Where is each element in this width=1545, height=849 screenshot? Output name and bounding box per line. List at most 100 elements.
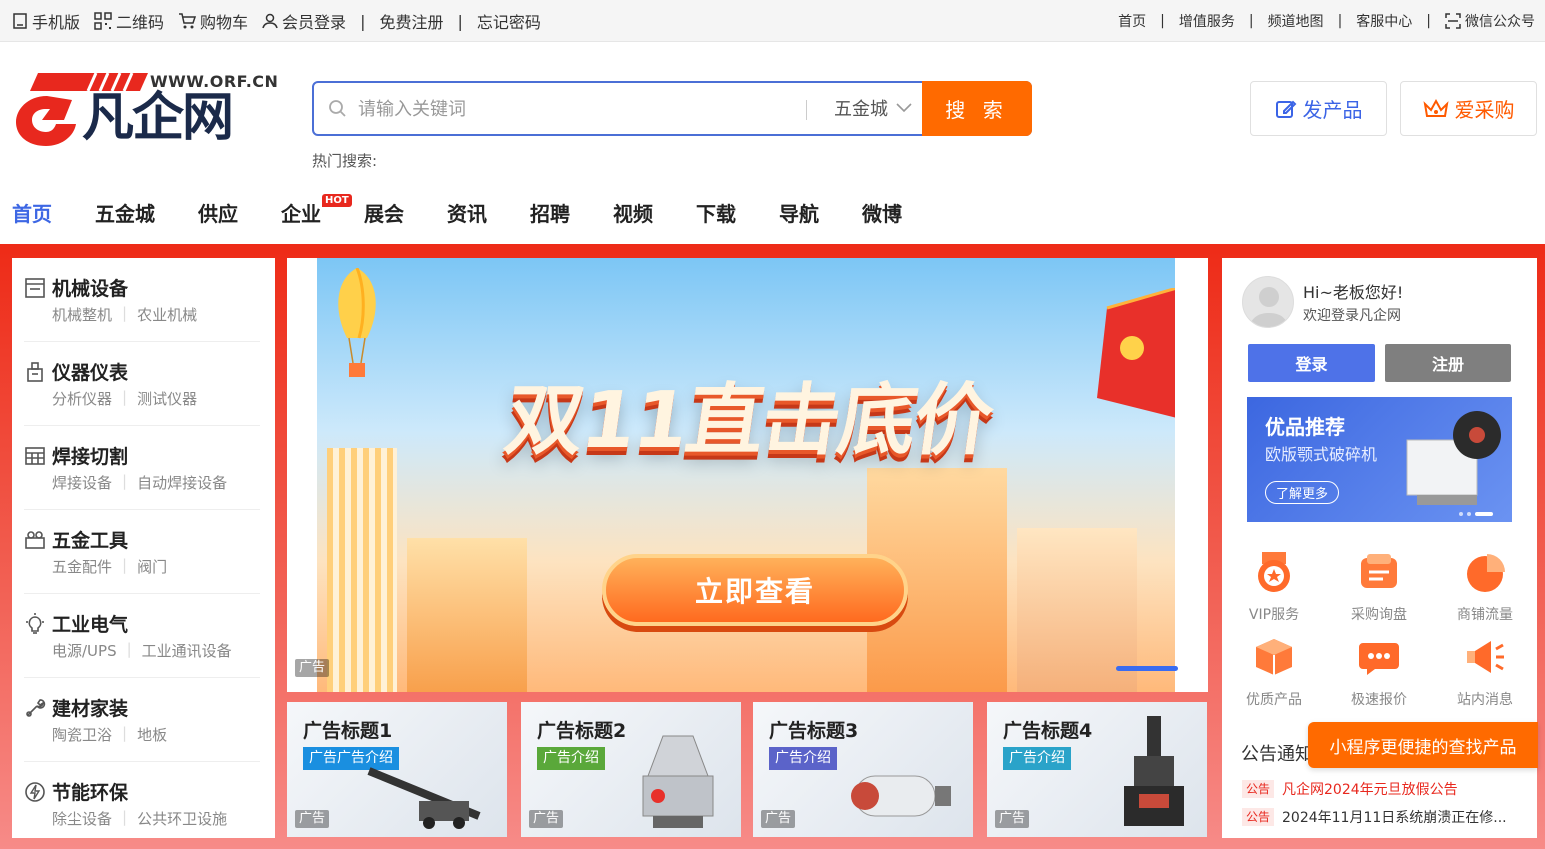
wechat-icon	[1445, 13, 1461, 29]
category-sub-link[interactable]: 机械整机	[52, 304, 112, 325]
ad-card-title: 广告标题3	[769, 720, 859, 742]
post-product-button[interactable]: 发产品	[1250, 81, 1387, 136]
nav-item-supply[interactable]: 供应	[198, 198, 238, 232]
service-label: 优质产品	[1246, 692, 1302, 708]
forgot-password-link[interactable]: 忘记密码	[477, 9, 541, 33]
gift-box-icon	[1097, 288, 1175, 418]
ad-label: 广告	[529, 810, 564, 828]
nav-item-hardware-city[interactable]: 五金城	[95, 198, 155, 232]
category-sub-link[interactable]: 地板	[137, 724, 167, 745]
category-sub-link[interactable]: 陶瓷卫浴	[52, 724, 112, 745]
search-category-select[interactable]: 五金城	[834, 95, 912, 121]
nav-item-enterprise-label: 企业	[281, 202, 321, 226]
home-link[interactable]: 首页	[1118, 11, 1146, 31]
category-item[interactable]: 建材家装 陶瓷卫浴 | 地板	[24, 678, 260, 762]
inquiry-icon	[1361, 554, 1397, 588]
nav-item-download[interactable]: 下载	[696, 198, 736, 232]
category-title: 焊接切割	[52, 446, 129, 468]
service-traffic[interactable]: 商铺流量	[1440, 550, 1530, 624]
cart-link[interactable]: 购物车	[178, 9, 248, 33]
category-sub-link[interactable]: 自动焊接设备	[137, 472, 227, 493]
service-inquiry[interactable]: 采购询盘	[1334, 550, 1424, 624]
category-item[interactable]: 工业电气 电源/UPS | 工业通讯设备	[24, 594, 260, 678]
category-sub-link[interactable]: 农业机械	[137, 304, 197, 325]
category-sub-link[interactable]: 除尘设备	[52, 808, 112, 829]
building-graphic	[327, 448, 397, 692]
ad-card[interactable]: 广告标题3 广告介绍 广告	[753, 702, 973, 837]
mobile-icon	[13, 13, 27, 29]
search-divider	[806, 100, 807, 120]
message-speaker-icon	[1467, 641, 1504, 673]
free-register-link[interactable]: 免费注册	[379, 9, 443, 33]
category-sub-link[interactable]: 工业通讯设备	[142, 640, 232, 661]
service-label: VIP服务	[1248, 607, 1300, 623]
nav-item-video[interactable]: 视频	[613, 198, 653, 232]
post-product-label: 发产品	[1302, 98, 1363, 122]
nav-item-jobs[interactable]: 招聘	[530, 198, 570, 232]
carousel-indicator[interactable]	[1116, 666, 1178, 671]
notice-item[interactable]: 公告 2024年11月11日系统崩溃正在修...	[1242, 807, 1507, 827]
separator: |	[1337, 13, 1343, 29]
category-item[interactable]: 节能环保 除尘设备 | 公共环卫设施	[24, 762, 260, 846]
category-sub-link[interactable]: 五金配件	[52, 556, 112, 577]
mobile-link[interactable]: 手机版	[12, 9, 80, 33]
service-vip[interactable]: VIP服务	[1229, 550, 1319, 624]
search-button[interactable]: 搜 索	[922, 81, 1032, 136]
category-sub-link[interactable]: 测试仪器	[137, 388, 197, 409]
register-button[interactable]: 注册	[1385, 344, 1511, 382]
welding-icon	[25, 446, 45, 465]
ad-card[interactable]: 广告标题2 广告介绍 广告	[521, 702, 741, 837]
ad-card[interactable]: 广告标题1 广告广告介绍 广告	[287, 702, 507, 837]
nav-item-home[interactable]: 首页	[12, 198, 52, 232]
ball-mill-image	[851, 775, 951, 817]
service-label: 极速报价	[1351, 692, 1407, 708]
service-messages[interactable]: 站内消息	[1440, 635, 1530, 709]
mini-program-popup[interactable]: 小程序更便捷的查找产品	[1308, 722, 1538, 768]
banner-image: 双11直击底价 立即查看	[317, 258, 1175, 692]
qrcode-link[interactable]: 二维码	[94, 9, 164, 33]
nav-item-weibo[interactable]: 微博	[862, 198, 902, 232]
category-sub-link[interactable]: 电源/UPS	[52, 640, 117, 661]
promo-carousel-dots[interactable]	[1459, 512, 1493, 516]
category-item[interactable]: 机械设备 机械整机 | 农业机械	[24, 258, 260, 342]
service-quality-products[interactable]: 优质产品	[1229, 635, 1319, 709]
ad-card-desc: 广告介绍	[537, 747, 605, 770]
category-item[interactable]: 仪器仪表 分析仪器 | 测试仪器	[24, 342, 260, 426]
value-added-link[interactable]: 增值服务	[1179, 11, 1235, 31]
nav-item-exhibition[interactable]: 展会	[364, 198, 404, 232]
service-label: 站内消息	[1457, 692, 1513, 708]
ad-card-desc: 广告介绍	[769, 747, 837, 770]
category-sub-link[interactable]: 焊接设备	[52, 472, 112, 493]
promo-card[interactable]: 优品推荐 欧版颚式破碎机 了解更多	[1247, 397, 1512, 522]
notice-item[interactable]: 公告 凡企网2024年元旦放假公告	[1242, 779, 1458, 799]
category-sub-link[interactable]: 分析仪器	[52, 388, 112, 409]
nav-item-news[interactable]: 资讯	[447, 198, 487, 232]
login-button[interactable]: 登录	[1248, 344, 1375, 382]
member-login-link[interactable]: 会员登录	[262, 9, 346, 33]
promo-more-button[interactable]: 了解更多	[1265, 481, 1340, 504]
search-input[interactable]	[356, 91, 786, 127]
tools-icon	[25, 530, 45, 549]
channel-map-link[interactable]: 频道地图	[1268, 11, 1324, 31]
service-quick-quote[interactable]: 极速报价	[1334, 635, 1424, 709]
ad-card-desc: 广告介绍	[1003, 747, 1071, 770]
nav-item-navigation[interactable]: 导航	[779, 198, 819, 232]
conveyor-machine-image	[367, 767, 481, 829]
service-label: 采购询盘	[1351, 607, 1407, 623]
ad-card-title: 广告标题2	[537, 720, 627, 742]
main-banner[interactable]: 双11直击底价 立即查看 广告	[287, 258, 1208, 692]
category-sub-link[interactable]: 公共环卫设施	[137, 808, 227, 829]
wechat-label: 微信公众号	[1465, 14, 1535, 30]
cone-crusher-image	[642, 735, 714, 828]
love-purchase-button[interactable]: 爱采购	[1400, 81, 1537, 136]
category-item[interactable]: 焊接切割 焊接设备 | 自动焊接设备	[24, 426, 260, 510]
ad-card[interactable]: 广告标题4 广告介绍 广告	[987, 702, 1207, 837]
service-center-link[interactable]: 客服中心	[1356, 11, 1412, 31]
nav-item-enterprise[interactable]: 企业 HOT	[281, 194, 352, 232]
greeting: Hi~老板您好!	[1303, 283, 1404, 302]
category-sub-link[interactable]: 阀门	[137, 556, 167, 577]
top-bar-right: 首页 | 增值服务 | 频道地图 | 客服中心 | 微信公众号	[1118, 0, 1535, 42]
category-item[interactable]: 五金工具 五金配件 | 阀门	[24, 510, 260, 594]
banner-cta-button[interactable]: 立即查看	[602, 554, 908, 626]
wechat-link[interactable]: 微信公众号	[1445, 11, 1535, 31]
